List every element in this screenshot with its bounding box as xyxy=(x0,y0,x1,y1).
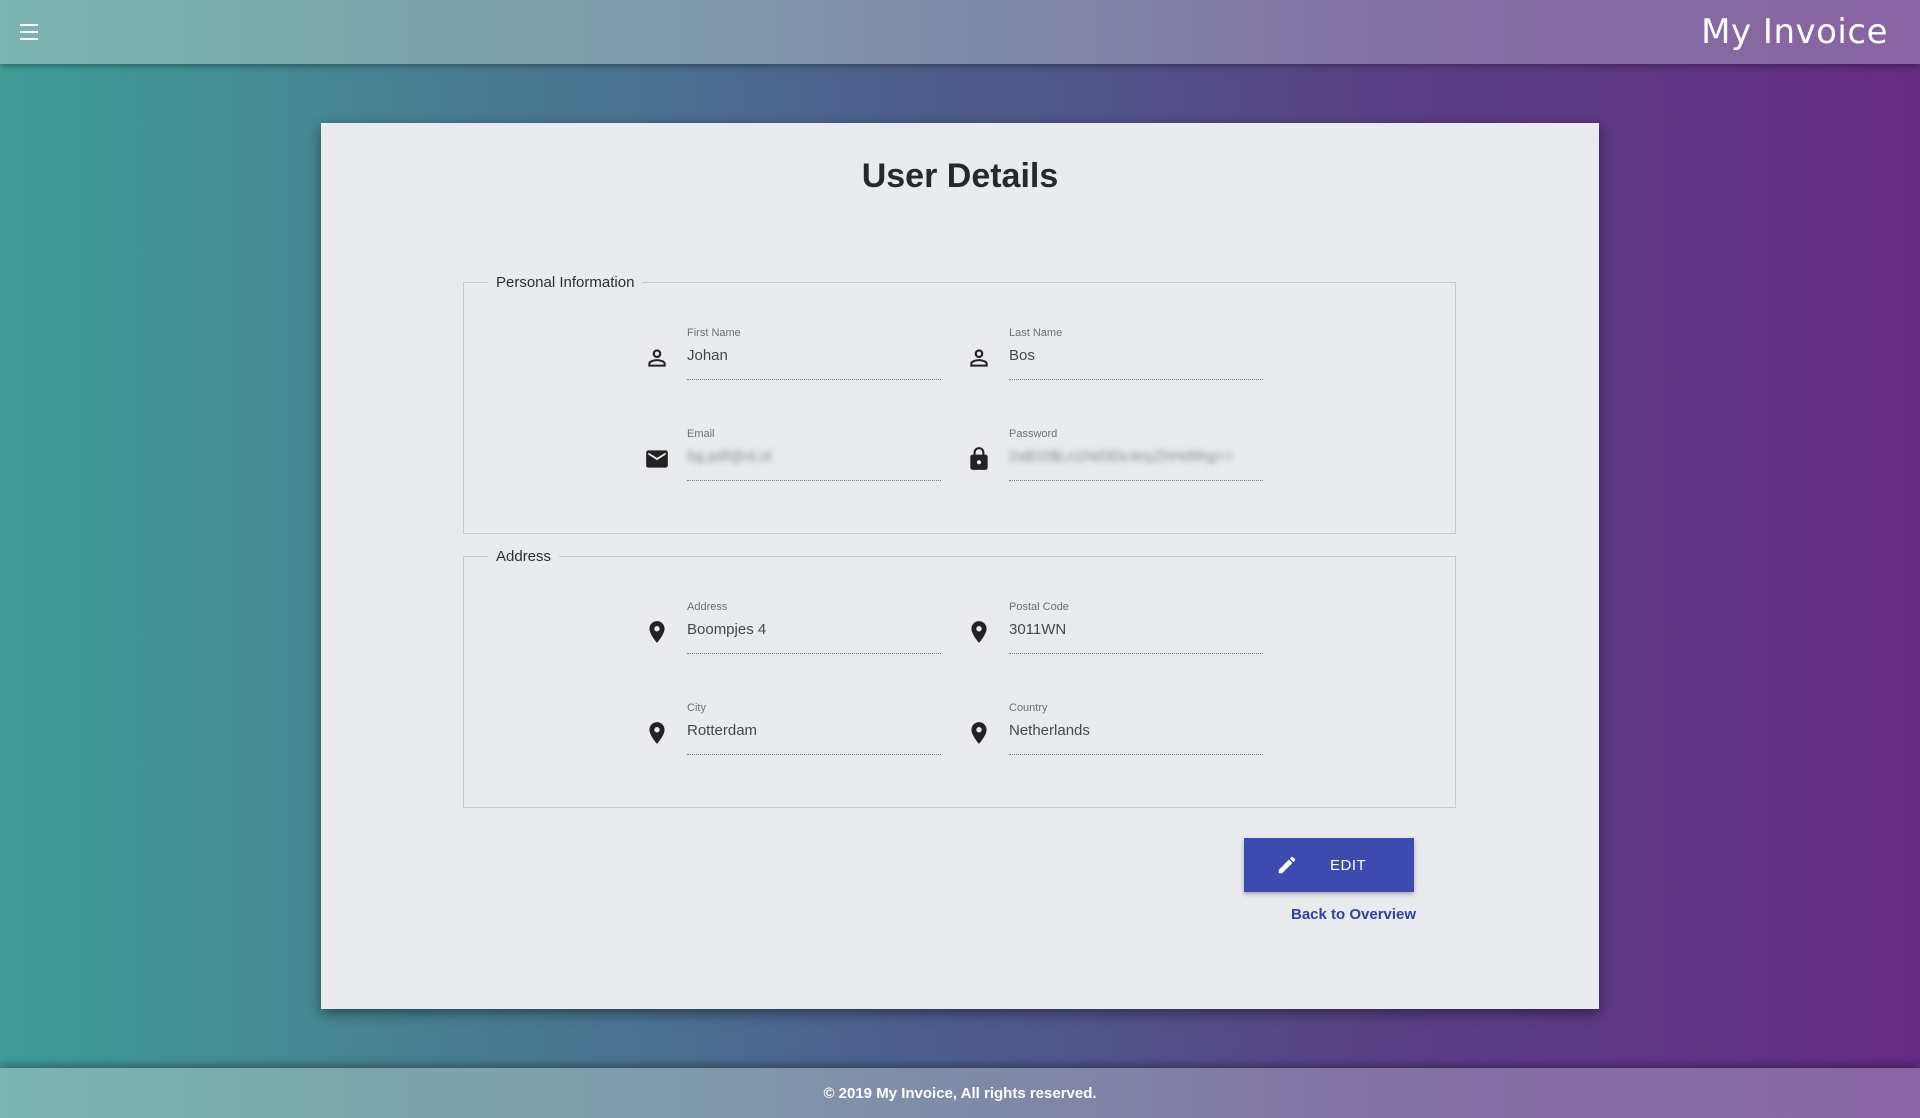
password-underline xyxy=(1009,480,1263,481)
location-pin-icon xyxy=(644,619,670,645)
last-name-underline xyxy=(1009,379,1263,380)
country-value: Netherlands xyxy=(1009,722,1090,739)
password-label: Password xyxy=(1009,428,1058,440)
last-name-field[interactable]: Last Name Bos xyxy=(966,327,1266,397)
email-value: bg.pdf@nl.nl xyxy=(687,448,772,465)
person-icon xyxy=(644,345,670,371)
city-underline xyxy=(687,754,941,755)
country-field[interactable]: Country Netherlands xyxy=(966,702,1266,772)
postal-code-underline xyxy=(1009,653,1263,654)
first-name-value: Johan xyxy=(687,347,728,364)
edit-button[interactable]: EDIT xyxy=(1244,838,1414,892)
email-field[interactable]: Email bg.pdf@nl.nl xyxy=(644,428,944,498)
app-title: My Invoice xyxy=(1701,12,1888,52)
address-value: Boompjes 4 xyxy=(687,621,767,638)
location-pin-icon xyxy=(644,720,670,746)
address-legend: Address xyxy=(496,548,552,565)
city-value: Rotterdam xyxy=(687,722,758,739)
email-label: Email xyxy=(687,428,715,440)
hamburger-menu-icon[interactable] xyxy=(20,24,42,40)
country-label: Country xyxy=(1009,702,1048,714)
lock-icon xyxy=(966,446,992,472)
back-to-overview-link[interactable]: Back to Overview xyxy=(1291,906,1416,923)
postal-code-label: Postal Code xyxy=(1009,601,1069,613)
footer: © 2019 My Invoice, All rights reserved. xyxy=(0,1068,1920,1118)
postal-code-field[interactable]: Postal Code 3011WN xyxy=(966,601,1266,671)
password-field[interactable]: Password 2a$10$Ln1Nd3Dc4nyZhHd9hg== xyxy=(966,428,1266,498)
last-name-label: Last Name xyxy=(1009,327,1063,339)
personal-information-section: Personal Information First Name Johan La… xyxy=(463,274,1456,534)
email-underline xyxy=(687,480,941,481)
page-title: User Details xyxy=(861,157,1059,195)
pencil-icon xyxy=(1276,854,1298,876)
country-underline xyxy=(1009,754,1263,755)
city-label: City xyxy=(687,702,706,714)
city-field[interactable]: City Rotterdam xyxy=(644,702,944,772)
copyright-text: © 2019 My Invoice, All rights reserved. xyxy=(823,1084,1097,1102)
location-pin-icon xyxy=(966,619,992,645)
location-pin-icon xyxy=(966,720,992,746)
last-name-value: Bos xyxy=(1009,347,1035,364)
user-details-card: User Details Personal Information First … xyxy=(321,123,1599,1009)
personal-information-legend: Personal Information xyxy=(496,274,635,291)
password-value: 2a$10$Ln1Nd3Dc4nyZhHd9hg== xyxy=(1009,448,1234,465)
address-underline xyxy=(687,653,941,654)
address-field[interactable]: Address Boompjes 4 xyxy=(644,601,944,671)
mail-icon xyxy=(644,446,670,472)
first-name-label: First Name xyxy=(687,327,741,339)
first-name-field[interactable]: First Name Johan xyxy=(644,327,944,397)
top-app-bar: My Invoice xyxy=(0,0,1920,64)
postal-code-value: 3011WN xyxy=(1009,621,1067,638)
address-section: Address Address Boompjes 4 Postal Code 3… xyxy=(463,548,1456,808)
address-label: Address xyxy=(687,601,728,613)
first-name-underline xyxy=(687,379,941,380)
person-icon xyxy=(966,345,992,371)
edit-button-label: EDIT xyxy=(1330,856,1367,874)
